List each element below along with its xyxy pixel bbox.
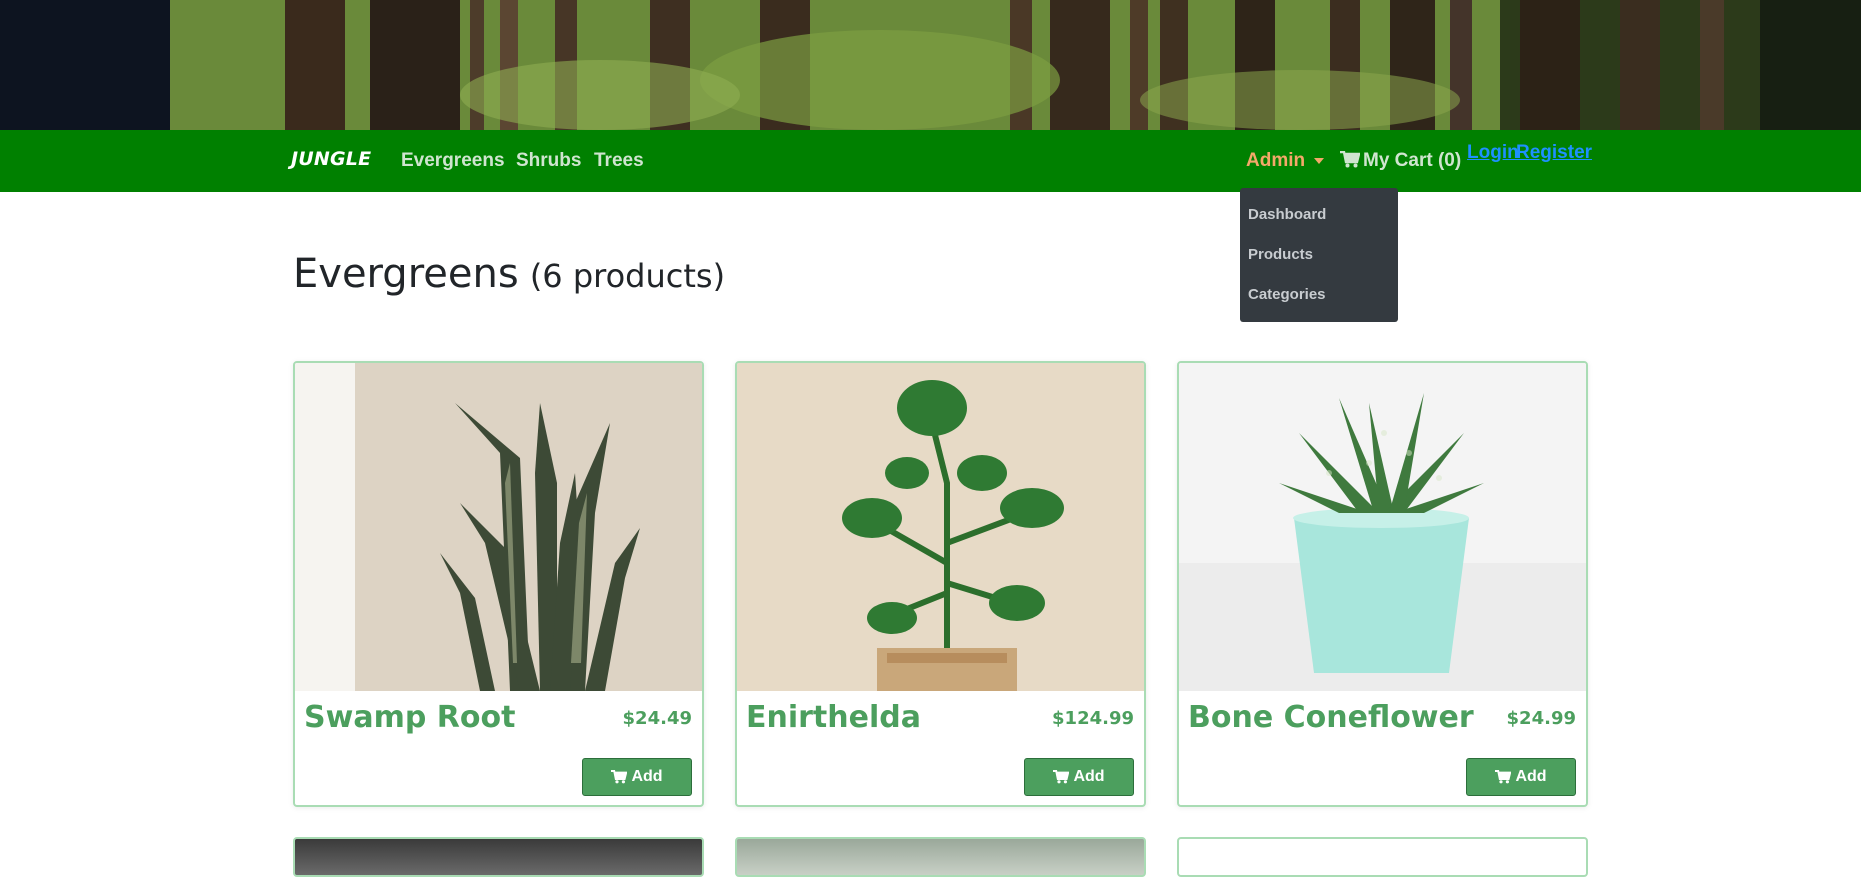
product-card-partial[interactable] — [1177, 837, 1588, 877]
product-count: (6 products) — [529, 257, 726, 295]
product-image[interactable] — [737, 363, 1144, 691]
nav-link-trees[interactable]: Trees — [594, 150, 644, 172]
add-to-cart-button[interactable]: Add — [1024, 758, 1134, 796]
admin-dropdown-menu: Dashboard Products Categories — [1240, 188, 1398, 322]
product-image[interactable] — [295, 363, 702, 691]
my-cart-link[interactable]: My Cart (0) — [1340, 150, 1461, 172]
product-price: $24.99 — [1506, 708, 1576, 729]
product-card-partial[interactable] — [293, 837, 704, 877]
add-to-cart-button[interactable]: Add — [582, 758, 692, 796]
product-name[interactable]: Enirthelda — [746, 700, 921, 735]
product-card: Swamp Root $24.49 Add — [293, 361, 704, 807]
add-button-label: Add — [631, 768, 663, 785]
product-card: Enirthelda $124.99 Add — [735, 361, 1146, 807]
cart-icon — [1340, 151, 1360, 168]
dropdown-item-dashboard[interactable]: Dashboard — [1248, 206, 1326, 223]
add-to-cart-button[interactable]: Add — [1466, 758, 1576, 796]
add-button-label: Add — [1515, 768, 1547, 785]
dropdown-item-products[interactable]: Products — [1248, 246, 1313, 263]
caret-down-icon[interactable] — [1314, 158, 1324, 164]
register-link[interactable]: Register — [1516, 142, 1592, 164]
cart-icon — [1053, 770, 1070, 784]
product-card-partial[interactable] — [735, 837, 1146, 877]
page-title: Evergreens (6 products) — [293, 251, 725, 297]
product-image[interactable] — [1179, 363, 1586, 691]
product-name[interactable]: Bone Coneflower — [1188, 700, 1474, 735]
admin-dropdown-toggle[interactable]: Admin — [1246, 150, 1305, 172]
cart-icon — [611, 770, 628, 784]
forest-banner-image — [0, 0, 1861, 130]
nav-link-evergreens[interactable]: Evergreens — [401, 150, 505, 172]
add-button-label: Add — [1073, 768, 1105, 785]
my-cart-label: My Cart (0) — [1363, 150, 1462, 171]
product-card: Bone Coneflower $24.99 Add — [1177, 361, 1588, 807]
top-navbar: JUNGLE Evergreens Shrubs Trees Admin My … — [0, 130, 1861, 192]
cart-icon — [1495, 770, 1512, 784]
dropdown-item-categories[interactable]: Categories — [1248, 286, 1326, 303]
category-name: Evergreens — [293, 251, 519, 297]
login-link[interactable]: Login — [1467, 142, 1519, 164]
product-name[interactable]: Swamp Root — [304, 700, 515, 735]
product-price: $124.99 — [1052, 708, 1134, 729]
nav-link-shrubs[interactable]: Shrubs — [516, 150, 581, 172]
product-price: $24.49 — [622, 708, 692, 729]
brand-logo[interactable]: JUNGLE — [291, 148, 371, 170]
